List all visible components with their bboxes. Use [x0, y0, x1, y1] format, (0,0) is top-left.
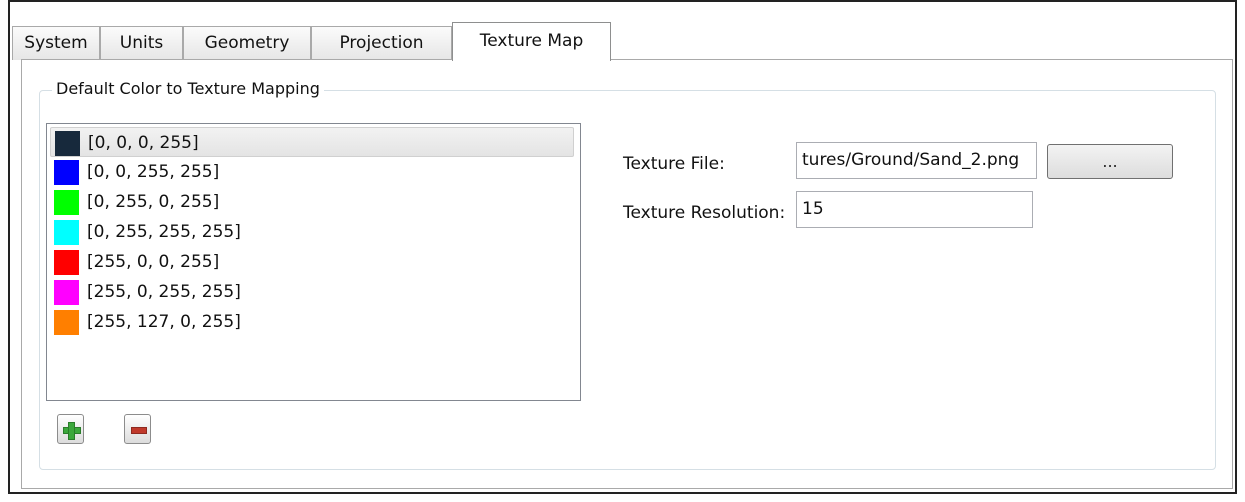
browse-button[interactable]: ... [1047, 144, 1173, 179]
color-swatch [54, 250, 79, 275]
texture-file-field[interactable]: tures/Ground/Sand_2.png [796, 142, 1037, 179]
color-swatch [54, 190, 79, 215]
color-list[interactable]: [0, 0, 0, 255] [0, 0, 255, 255] [0, 255,… [46, 123, 581, 401]
tab-units[interactable]: Units [100, 26, 183, 60]
color-label: [0, 0, 255, 255] [87, 162, 220, 182]
list-item[interactable]: [0, 0, 255, 255] [50, 157, 574, 187]
remove-color-button[interactable] [124, 414, 151, 444]
color-label: [255, 127, 0, 255] [87, 312, 241, 332]
add-color-button[interactable] [57, 414, 84, 444]
texture-map-page: Default Color to Texture Mapping [0, 0, … [21, 59, 1233, 489]
list-item[interactable]: [255, 0, 255, 255] [50, 277, 574, 307]
texture-file-label: Texture File: [623, 154, 725, 174]
color-label: [0, 0, 0, 255] [88, 133, 199, 153]
color-label: [0, 255, 255, 255] [87, 222, 241, 242]
color-swatch [54, 310, 79, 335]
texture-resolution-label: Texture Resolution: [623, 203, 786, 223]
tab-projection[interactable]: Projection [311, 26, 452, 60]
tab-system[interactable]: System [12, 26, 100, 60]
color-label: [255, 0, 255, 255] [87, 282, 241, 302]
color-swatch [55, 131, 80, 156]
tab-texture-map[interactable]: Texture Map [452, 22, 611, 61]
tab-geometry[interactable]: Geometry [183, 26, 311, 60]
list-item[interactable]: [0, 255, 255, 255] [50, 217, 574, 247]
list-item[interactable]: [255, 127, 0, 255] [50, 307, 574, 337]
list-item[interactable]: [0, 0, 0, 255] [50, 127, 574, 157]
color-swatch [54, 160, 79, 185]
group-title: Default Color to Texture Mapping [52, 78, 324, 100]
list-item[interactable]: [255, 0, 0, 255] [50, 247, 574, 277]
color-label: [0, 255, 0, 255] [87, 192, 220, 212]
color-label: [255, 0, 0, 255] [87, 252, 220, 272]
list-item[interactable]: [0, 255, 0, 255] [50, 187, 574, 217]
color-swatch [54, 280, 79, 305]
color-swatch [54, 220, 79, 245]
texture-resolution-field[interactable]: 15 [796, 191, 1033, 228]
